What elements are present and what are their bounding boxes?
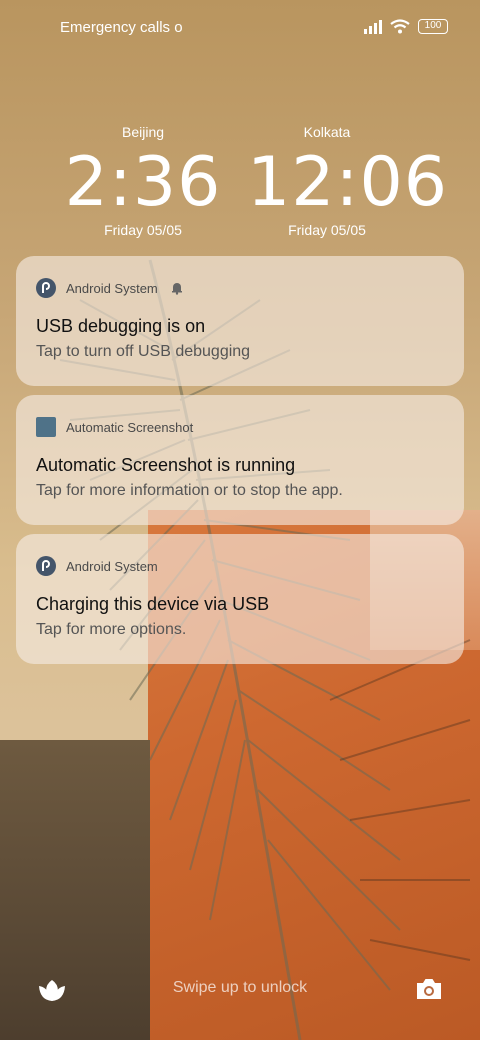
notification-usb-debugging[interactable]: Android System USB debugging is on Tap t…: [16, 256, 464, 386]
notification-usb-charging[interactable]: Android System Charging this device via …: [16, 534, 464, 664]
notification-app-name: Android System: [66, 558, 158, 574]
notification-text: Tap to turn off USB debugging: [36, 343, 251, 360]
notification-title: Charging this device via USB: [36, 594, 270, 614]
notification-header: Android System: [36, 556, 444, 576]
clock-time: 2:36: [64, 143, 222, 222]
notification-app-name: Automatic Screenshot: [66, 419, 194, 435]
clock-kolkata: Kolkata 12:06 Friday 05/05: [247, 124, 448, 238]
carrier-status-text: Emergency calls o: [60, 19, 183, 36]
notification-header: Android System: [36, 278, 444, 298]
lockscreen-bottom-bar: Swipe up to unlock: [0, 974, 480, 1004]
status-icons: 100: [364, 19, 448, 34]
clock-city: Beijing: [121, 124, 165, 140]
notification-app-name: Android System: [66, 280, 158, 296]
camera-icon[interactable]: [414, 974, 444, 1004]
notification-text: Tap for more information or to stop the …: [36, 482, 343, 499]
app-square-icon: [36, 417, 56, 437]
clock-date: Friday 05/05: [288, 222, 366, 238]
notification-header: Automatic Screenshot: [36, 417, 444, 437]
android-system-icon: [36, 556, 56, 576]
clock-beijing: Beijing 2:36 Friday 05/05: [63, 124, 223, 238]
status-bar: Emergency calls o 100: [0, 0, 480, 56]
notification-title: Automatic Screenshot is running: [36, 455, 296, 475]
bell-icon: [171, 283, 182, 295]
notification-automatic-screenshot[interactable]: Automatic Screenshot Automatic Screensho…: [16, 395, 464, 525]
clock-date: Friday 05/05: [104, 222, 182, 238]
swipe-up-hint[interactable]: Swipe up to unlock: [0, 979, 480, 997]
clock-city: Kolkata: [303, 124, 351, 140]
wifi-icon: [390, 19, 410, 34]
battery-indicator: 100: [418, 19, 448, 34]
android-system-icon: [36, 278, 56, 298]
clock-time: 12:06: [247, 143, 448, 222]
notification-title: USB debugging is on: [36, 316, 206, 336]
signal-icon: [364, 19, 382, 34]
notification-text: Tap for more options.: [36, 621, 187, 638]
